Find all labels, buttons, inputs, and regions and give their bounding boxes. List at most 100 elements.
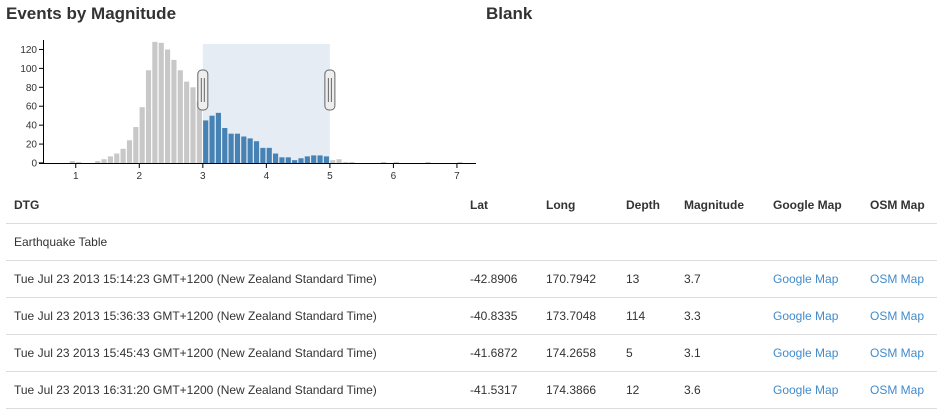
y-tick-label: 100 [20,64,37,75]
cell-dtg: Tue Jul 23 2013 15:14:23 GMT+1200 (New Z… [6,260,462,298]
histogram-bar [241,136,247,163]
cell-magnitude: 3.7 [676,260,765,298]
cell-dtg: Tue Jul 23 2013 15:45:43 GMT+1200 (New Z… [6,334,462,372]
cell-magnitude: 3.1 [676,334,765,372]
blank-panel-title: Blank [486,4,533,23]
histogram-bar [145,70,152,163]
cell-lat: -40.8335 [462,297,538,335]
histogram-bar [95,161,101,163]
histogram-bar [279,157,285,163]
col-header-depth[interactable]: Depth [618,186,676,224]
histogram-bar [177,70,183,163]
histogram-bar [323,156,329,163]
cell-long: 174.2658 [538,334,618,372]
histogram-bar [425,162,431,163]
osm-map-link[interactable]: OSM Map [870,272,924,286]
histogram-bar [247,138,253,163]
histogram-bar [133,127,139,163]
table-row: Tue Jul 23 2013 15:14:23 GMT+1200 (New Z… [6,260,937,298]
cell-dtg: Tue Jul 23 2013 15:36:33 GMT+1200 (New Z… [6,297,462,335]
google-map-link[interactable]: Google Map [773,272,838,286]
col-header-long[interactable]: Long [538,186,618,224]
col-header-lat[interactable]: Lat [462,186,538,224]
cell-long: 173.7048 [538,297,618,335]
histogram-bar [107,156,113,163]
table-header-row: DTG Lat Long Depth Magnitude Google Map … [6,186,937,224]
col-header-google-map[interactable]: Google Map [765,186,862,224]
table-row: Tue Jul 23 2013 15:36:33 GMT+1200 (New Z… [6,297,937,335]
histogram-bar [457,162,463,163]
histogram-bar [393,162,399,163]
histogram-bar [114,153,120,163]
cell-lat: -42.8906 [462,260,538,298]
cell-magnitude: 3.3 [676,297,765,335]
histogram-bar [101,159,107,163]
col-header-osm-map[interactable]: OSM Map [862,186,937,224]
cell-depth: 5 [618,334,676,372]
cell-depth: 13 [618,260,676,298]
histogram-bar [317,155,323,163]
histogram-bar [165,49,171,163]
histogram-bar [126,140,133,163]
histogram-bar [349,162,355,163]
histogram-bar [381,162,387,163]
brush-handle-right[interactable] [324,69,336,111]
cell-dtg: Tue Jul 23 2013 16:31:20 GMT+1200 (New Z… [6,371,462,409]
histogram-bar [311,155,317,163]
histogram-bar [171,59,177,163]
magnitude-histogram[interactable]: 0 20 40 60 80 100 120 1 2 3 4 5 6 7 [0,30,480,186]
cell-lat: -41.6872 [462,334,538,372]
table-row: Tue Jul 23 2013 15:45:43 GMT+1200 (New Z… [6,334,937,372]
google-map-link[interactable]: Google Map [773,309,838,323]
histogram-bar [292,160,298,163]
histogram-bar [203,120,209,163]
histogram-bar [120,148,126,163]
table-caption: Earthquake Table [6,223,937,261]
cell-long: 170.7942 [538,260,618,298]
y-tick-label: 40 [26,121,38,132]
x-tick-label: 2 [137,171,143,182]
x-tick-label: 5 [327,171,333,182]
histogram-bar [158,42,164,163]
osm-map-link[interactable]: OSM Map [870,346,924,360]
y-tick-label: 80 [26,83,38,94]
x-tick-label: 4 [264,171,270,182]
x-tick-label: 1 [73,171,79,182]
chart-title: Events by Magnitude [6,4,177,23]
brush-handle-left[interactable] [197,69,209,111]
histogram-bar [196,101,202,163]
y-tick-label: 20 [26,140,38,151]
brush-extent[interactable] [202,44,330,163]
table-row: Tue Jul 23 2013 16:31:20 GMT+1200 (New Z… [6,371,937,409]
histogram-bar [69,161,75,163]
cell-lat: -41.5317 [462,371,538,409]
histogram-bar [304,156,310,163]
histogram-bar [330,160,336,163]
histogram-bar [285,157,291,163]
histogram-bar [222,127,228,163]
cell-long: 174.3866 [538,371,618,409]
x-tick-label: 7 [454,171,460,182]
histogram-bar [298,158,304,163]
histogram-bar [228,133,234,163]
histogram-bar [266,147,272,163]
y-tick-label: 0 [31,159,37,170]
cell-depth: 114 [618,297,676,335]
histogram-bar [215,112,221,163]
osm-map-link[interactable]: OSM Map [870,309,924,323]
histogram-bar [184,81,190,163]
google-map-link[interactable]: Google Map [773,383,838,397]
histogram-bar [234,133,241,163]
col-header-dtg[interactable]: DTG [6,186,462,224]
google-map-link[interactable]: Google Map [773,346,838,360]
osm-map-link[interactable]: OSM Map [870,383,924,397]
earthquake-table: DTG Lat Long Depth Magnitude Google Map … [6,186,937,409]
x-tick-label: 3 [200,171,206,182]
y-tick-label: 60 [26,102,38,113]
col-header-magnitude[interactable]: Magnitude [676,186,765,224]
histogram-bar [139,107,145,163]
histogram-bar [260,147,266,163]
table-caption-row: Earthquake Table [6,223,937,261]
x-tick-label: 6 [391,171,397,182]
histogram-bar [190,87,196,163]
